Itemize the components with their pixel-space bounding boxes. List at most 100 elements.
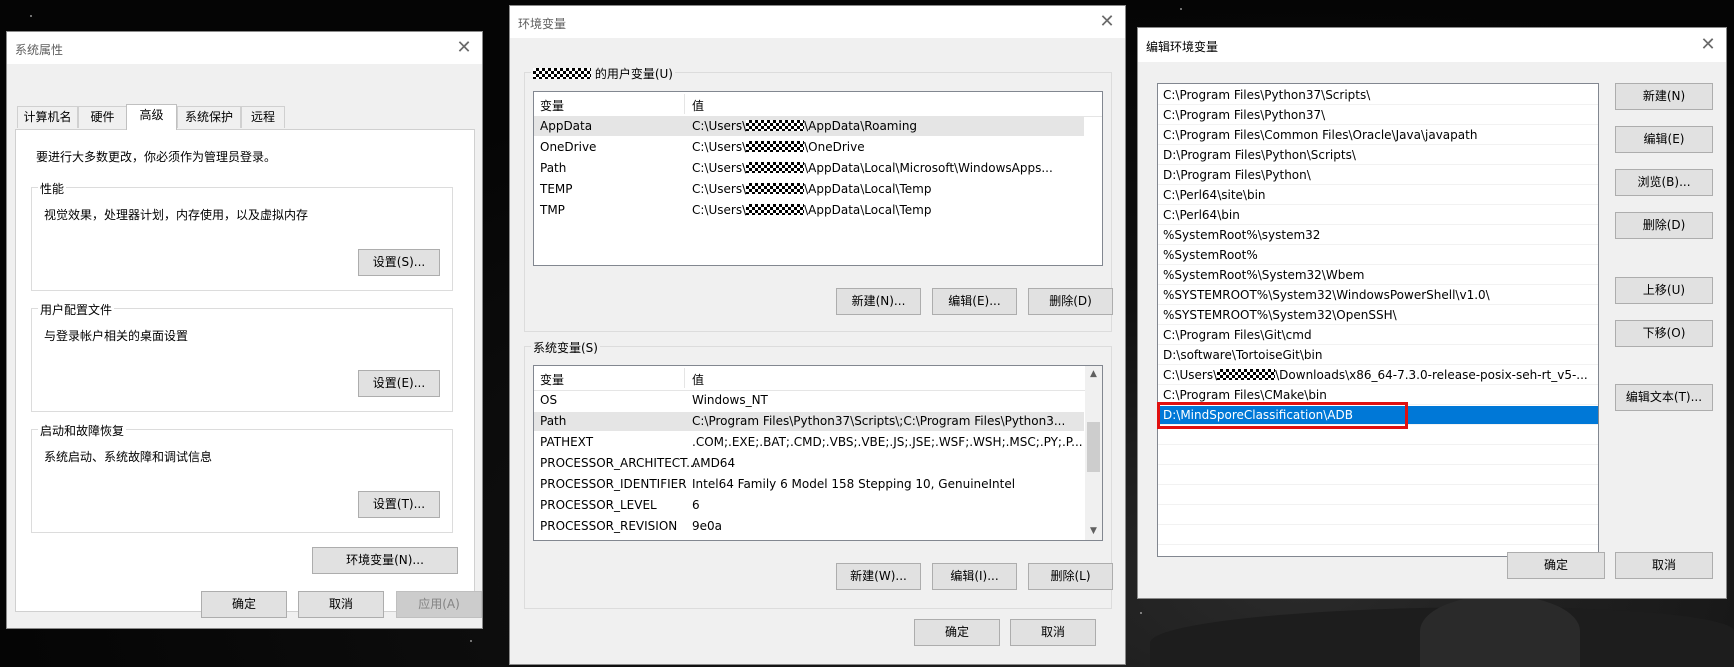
user-variables-list[interactable]: 变量 值 AppData C:\Users\ \AppData\Roaming O… — [533, 91, 1103, 266]
system-variables-group: 系统变量(S) 变量 值 OS Windows_NT Path C:\Program… — [524, 339, 1113, 609]
startup-recovery-label: 启动和故障恢复 — [38, 422, 127, 439]
empty-row — [1158, 526, 1598, 545]
user-variables-label: 的用户变量(U) — [531, 65, 675, 82]
list-item[interactable]: D:\software\TortoiseGit\bin — [1158, 346, 1598, 365]
move-up-button[interactable]: 上移(U) — [1615, 277, 1713, 304]
titlebar: 系统属性 ✕ — [7, 32, 482, 64]
column-header-value[interactable]: 值 — [692, 371, 704, 388]
table-row[interactable]: PROCESSOR_REVISION 9e0a — [534, 517, 1084, 536]
user-edit-button[interactable]: 编辑(E)... — [932, 288, 1017, 315]
cancel-button[interactable]: 取消 — [298, 591, 384, 618]
system-edit-button[interactable]: 编辑(I)... — [932, 563, 1017, 590]
path-list[interactable]: C:\Program Files\Python37\Scripts\ C:\Pr… — [1157, 83, 1599, 557]
table-row[interactable]: Path C:\Users\ \AppData\Local\Microsoft\W… — [534, 159, 1084, 178]
table-row[interactable]: PATHEXT .COM;.EXE;.BAT;.CMD;.VBS;.VBE;.JS… — [534, 433, 1084, 452]
table-row[interactable]: OneDrive C:\Users\ \OneDrive — [534, 138, 1084, 157]
masked-username — [533, 68, 591, 79]
list-item[interactable]: C:\Perl64\bin — [1158, 206, 1598, 225]
list-item[interactable]: C:\Program Files\Git\cmd — [1158, 326, 1598, 345]
table-row[interactable]: TMP C:\Users\ \AppData\Local\Temp — [534, 201, 1084, 220]
edit-text-button[interactable]: 编辑文本(T)... — [1615, 384, 1713, 411]
cancel-button[interactable]: 取消 — [1010, 619, 1096, 646]
user-profiles-settings-button[interactable]: 设置(E)... — [358, 370, 440, 397]
window-title: 编辑环境变量 — [1146, 40, 1219, 54]
list-item[interactable]: %SYSTEMROOT%\System32\WindowsPowerShell\… — [1158, 286, 1598, 305]
edit-environment-variable-window: 编辑环境变量 ✕ C:\Program Files\Python37\Scrip… — [1137, 27, 1727, 599]
user-new-button[interactable]: 新建(N)... — [836, 288, 921, 315]
system-properties-window: 系统属性 ✕ 计算机名 硬件 高级 系统保护 远程 要进行大多数更改，你必须作为… — [6, 31, 483, 629]
scroll-up-icon[interactable]: ▲ — [1085, 366, 1102, 383]
list-item[interactable]: C:\Perl64\site\bin — [1158, 186, 1598, 205]
new-button[interactable]: 新建(N) — [1615, 83, 1713, 110]
user-delete-button[interactable]: 删除(D) — [1028, 288, 1113, 315]
list-item[interactable]: %SystemRoot%\system32 — [1158, 226, 1598, 245]
vertical-scrollbar[interactable]: ▲ ▼ — [1085, 366, 1102, 540]
admin-notice: 要进行大多数更改，你必须作为管理员登录。 — [36, 150, 277, 164]
edit-button[interactable]: 编辑(E) — [1615, 126, 1713, 153]
tab-computer-name[interactable]: 计算机名 — [17, 106, 78, 128]
startup-recovery-settings-button[interactable]: 设置(T)... — [358, 491, 440, 518]
delete-button[interactable]: 删除(D) — [1615, 212, 1713, 239]
star — [1140, 612, 1142, 614]
ok-button[interactable]: 确定 — [914, 619, 1000, 646]
system-delete-button[interactable]: 删除(L) — [1028, 563, 1113, 590]
table-row[interactable]: TEMP C:\Users\ \AppData\Local\Temp — [534, 180, 1084, 199]
tab-system-protection[interactable]: 系统保护 — [177, 106, 241, 128]
user-profiles-description: 与登录帐户相关的桌面设置 — [44, 329, 189, 343]
cancel-button[interactable]: 取消 — [1615, 552, 1713, 579]
close-icon[interactable]: ✕ — [454, 38, 474, 58]
startup-recovery-group: 启动和故障恢复 系统启动、系统故障和调试信息 设置(T)... — [31, 422, 453, 533]
star — [1180, 8, 1182, 10]
list-item[interactable]: C:\Program Files\Python37\Scripts\ — [1158, 86, 1598, 105]
system-variables-label: 系统变量(S) — [531, 339, 600, 356]
table-row[interactable]: AppData C:\Users\ \AppData\Roaming — [534, 117, 1084, 136]
window-title: 系统属性 — [15, 43, 64, 57]
scroll-down-icon[interactable]: ▼ — [1085, 523, 1102, 540]
system-new-button[interactable]: 新建(W)... — [836, 563, 921, 590]
titlebar: 环境变量 ✕ — [510, 6, 1125, 38]
table-row[interactable]: PROCESSOR_ARCHITECT... AMD64 — [534, 454, 1084, 473]
startup-recovery-description: 系统启动、系统故障和调试信息 — [44, 450, 213, 464]
apply-button[interactable]: 应用(A) — [396, 591, 482, 618]
mountain-silhouette — [1420, 595, 1580, 667]
list-item[interactable]: D:\Program Files\Python\Scripts\ — [1158, 146, 1598, 165]
performance-label: 性能 — [38, 180, 67, 197]
performance-settings-button[interactable]: 设置(S)... — [358, 249, 440, 276]
empty-row — [1158, 466, 1598, 485]
tab-remote[interactable]: 远程 — [241, 106, 285, 128]
ok-button[interactable]: 确定 — [1507, 552, 1605, 579]
list-item[interactable]: %SYSTEMROOT%\System32\OpenSSH\ — [1158, 306, 1598, 325]
environment-variables-window: 环境变量 ✕ 的用户变量(U) 变量 值 AppData C:\Users\ \A… — [509, 5, 1126, 665]
column-header-value[interactable]: 值 — [692, 97, 704, 114]
ok-button[interactable]: 确定 — [201, 591, 287, 618]
column-header-variable[interactable]: 变量 — [540, 97, 564, 114]
browse-button[interactable]: 浏览(B)... — [1615, 169, 1713, 196]
close-icon[interactable]: ✕ — [1698, 35, 1718, 55]
tab-panel-advanced: 要进行大多数更改，你必须作为管理员登录。 性能 视觉效果，处理器计划，内存使用，… — [15, 129, 475, 612]
performance-group: 性能 视觉效果，处理器计划，内存使用，以及虚拟内存 设置(S)... — [31, 180, 453, 291]
column-header-variable[interactable]: 变量 — [540, 371, 564, 388]
system-variables-list[interactable]: 变量 值 OS Windows_NT Path C:\Program Files\P… — [533, 365, 1103, 541]
environment-variables-button[interactable]: 环境变量(N)... — [312, 547, 458, 574]
scroll-thumb[interactable] — [1087, 422, 1100, 472]
empty-row — [1158, 506, 1598, 525]
table-row[interactable]: PROCESSOR_IDENTIFIER Intel64 Family 6 Mod… — [534, 475, 1084, 494]
tab-advanced[interactable]: 高级 — [126, 104, 177, 130]
performance-description: 视觉效果，处理器计划，内存使用，以及虚拟内存 — [44, 208, 309, 222]
table-row[interactable]: Path C:\Program Files\Python37\Scripts\;C… — [534, 412, 1084, 431]
list-item[interactable]: C:\Program Files\Python37\ — [1158, 106, 1598, 125]
move-down-button[interactable]: 下移(O) — [1615, 320, 1713, 347]
user-profiles-label: 用户配置文件 — [38, 301, 115, 318]
tab-hardware[interactable]: 硬件 — [78, 106, 127, 128]
star — [30, 15, 32, 17]
list-header: 变量 值 — [534, 366, 1102, 391]
window-title: 环境变量 — [518, 17, 567, 31]
table-row[interactable]: OS Windows_NT — [534, 391, 1084, 410]
list-item[interactable]: %SystemRoot% — [1158, 246, 1598, 265]
close-icon[interactable]: ✕ — [1097, 12, 1117, 32]
list-item[interactable]: C:\Users\ \Downloads\x86_64-7.3.0-release… — [1158, 366, 1598, 385]
list-item[interactable]: D:\Program Files\Python\ — [1158, 166, 1598, 185]
list-item[interactable]: C:\Program Files\Common Files\Oracle\Jav… — [1158, 126, 1598, 145]
list-item[interactable]: %SystemRoot%\System32\Wbem — [1158, 266, 1598, 285]
table-row[interactable]: PROCESSOR_LEVEL 6 — [534, 496, 1084, 515]
